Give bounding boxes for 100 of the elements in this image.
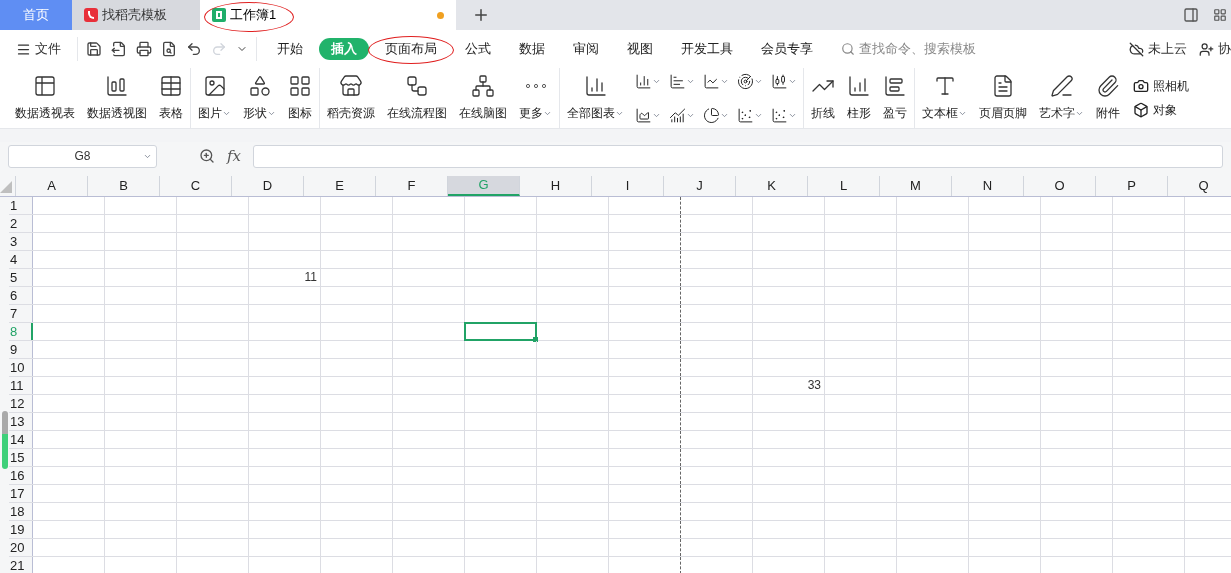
row-header[interactable]: 20	[9, 539, 33, 556]
scatter-chart-icon	[737, 106, 754, 124]
column-header[interactable]: B	[88, 176, 160, 196]
zoom-icon[interactable]	[199, 148, 215, 164]
ribbon-button[interactable]: 柱形	[846, 68, 872, 128]
row-header[interactable]: 5	[9, 269, 33, 286]
column-header[interactable]: N	[952, 176, 1024, 196]
ribbon-tab[interactable]: 页面布局	[373, 38, 449, 60]
ribbon-button[interactable]: 盈亏	[882, 68, 908, 128]
camera-icon	[1133, 78, 1149, 94]
formula-input-field[interactable]	[253, 144, 1223, 168]
column-header[interactable]: D	[232, 176, 304, 196]
ribbon-tab[interactable]: 视图	[615, 38, 665, 60]
row-header[interactable]: 1	[9, 197, 33, 214]
name-box[interactable]: G8	[8, 144, 157, 168]
window-mode-icon[interactable]	[1181, 7, 1201, 23]
picture-icon	[202, 74, 227, 98]
ribbon-button[interactable]: 数据透视表	[14, 68, 76, 128]
ribbon-button[interactable]: 更多	[518, 68, 553, 128]
cell-value: 11	[304, 270, 317, 284]
apps-grid-icon[interactable]	[1213, 8, 1227, 22]
collaborate-button[interactable]: 协	[1199, 39, 1231, 59]
store-icon	[339, 74, 363, 98]
column-header[interactable]: M	[880, 176, 952, 196]
row-header[interactable]: 13	[9, 413, 33, 430]
column-chart-icon	[635, 72, 652, 90]
cloud-icon	[1129, 41, 1144, 57]
ribbon-tab[interactable]: 数据	[507, 38, 557, 60]
flowchart-icon	[405, 74, 429, 98]
spreadsheet-logo-icon	[212, 8, 226, 22]
ribbon-button[interactable]: 页眉页脚	[978, 68, 1028, 128]
column-header[interactable]: C	[160, 176, 232, 196]
ribbon-button[interactable]: 艺术字	[1038, 68, 1085, 128]
ribbon-tab[interactable]: 开发工具	[669, 38, 745, 60]
print-preview-icon[interactable]	[161, 41, 177, 57]
row-header[interactable]: 3	[9, 233, 33, 250]
ribbon-tab[interactable]: 会员专享	[749, 38, 825, 60]
bubble-chart-icon	[771, 106, 788, 124]
column-header[interactable]: Q	[1168, 176, 1231, 196]
row-header[interactable]: 6	[9, 287, 33, 304]
ribbon-button[interactable]: 图标	[287, 68, 313, 128]
ribbon-button[interactable]: 数据透视图	[86, 68, 148, 128]
ribbon-button[interactable]: 折线	[810, 68, 836, 128]
row-header[interactable]: 12	[9, 395, 33, 412]
column-header[interactable]: O	[1024, 176, 1096, 196]
cloud-status-button[interactable]: 未上云	[1129, 39, 1187, 59]
ribbon-button[interactable]: 图片	[197, 68, 232, 128]
print-icon[interactable]	[136, 41, 152, 57]
ribbon-button[interactable]: 稻壳资源	[326, 68, 376, 128]
ribbon-button[interactable]: 表格	[158, 68, 184, 128]
ribbon-tab[interactable]: 审阅	[561, 38, 611, 60]
new-tab-icon[interactable]	[472, 6, 490, 24]
column-header[interactable]: L	[808, 176, 880, 196]
column-chart-icon	[583, 74, 608, 98]
ribbon-button[interactable]: 文本框	[921, 68, 968, 128]
document-tab[interactable]: 找稻壳模板	[72, 0, 200, 30]
row-header[interactable]: 19	[9, 521, 33, 538]
row-header[interactable]: 9	[9, 341, 33, 358]
ribbon-button[interactable]: 形状	[242, 68, 277, 128]
save-icon[interactable]	[86, 41, 102, 57]
column-header[interactable]: J	[664, 176, 736, 196]
ellipsis-icon	[525, 84, 546, 88]
command-search-field[interactable]: 查找命令、搜索模板	[841, 39, 989, 59]
column-header[interactable]: A	[16, 176, 88, 196]
pie-chart-icon	[703, 106, 720, 124]
column-header[interactable]: H	[520, 176, 592, 196]
active-cell-cursor[interactable]	[464, 322, 537, 341]
row-header[interactable]: 18	[9, 503, 33, 520]
ribbon-tab[interactable]: 公式	[453, 38, 503, 60]
column-header[interactable]: P	[1096, 176, 1168, 196]
row-header[interactable]: 10	[9, 359, 33, 376]
column-sparkline-icon	[847, 74, 871, 98]
row-header[interactable]: 7	[9, 305, 33, 322]
undo-icon[interactable]	[186, 41, 202, 57]
column-header[interactable]: E	[304, 176, 376, 196]
ribbon-button[interactable]: 在线流程图	[386, 68, 448, 128]
docer-logo-icon	[84, 8, 98, 22]
row-header[interactable]: 2	[9, 215, 33, 232]
document-tab[interactable]: 工作簿1	[200, 0, 456, 30]
ribbon-button[interactable]: 在线脑图	[458, 68, 508, 128]
column-header[interactable]: K	[736, 176, 808, 196]
ribbon-button[interactable]: 全部图表	[566, 68, 625, 128]
ribbon-tab[interactable]: 开始	[265, 38, 315, 60]
row-header[interactable]: 17	[9, 485, 33, 502]
column-header[interactable]: I	[592, 176, 664, 196]
row-header[interactable]: 15	[9, 449, 33, 466]
function-label[interactable]: fx	[227, 144, 241, 168]
ribbon-button[interactable]: 对象	[1133, 101, 1189, 119]
row-header[interactable]: 4	[9, 251, 33, 268]
pivot-chart-icon	[105, 74, 129, 98]
row-header[interactable]: 14	[9, 431, 33, 448]
ribbon-button[interactable]: 照相机	[1133, 77, 1189, 95]
file-menu[interactable]: 文件	[0, 39, 77, 59]
row-header[interactable]: 21	[9, 557, 33, 573]
ribbon-button[interactable]: 附件	[1095, 68, 1121, 128]
row-header[interactable]: 16	[9, 467, 33, 484]
search-icon	[841, 42, 855, 56]
combo-chart-icon	[669, 106, 686, 124]
row-header[interactable]: 11	[9, 377, 33, 394]
export-icon[interactable]	[111, 41, 127, 57]
